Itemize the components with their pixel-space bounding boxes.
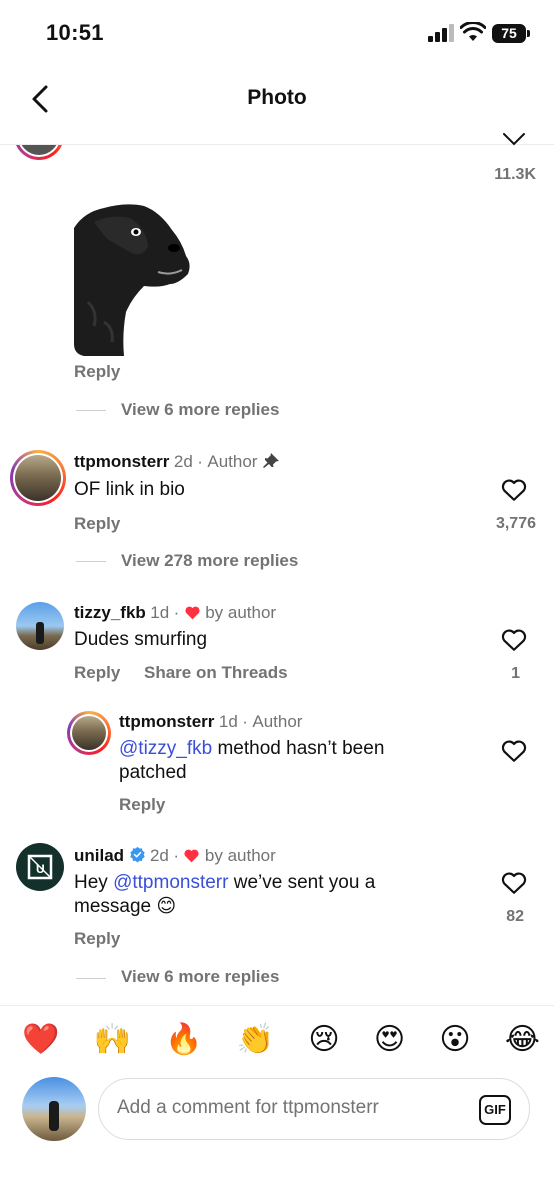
comment-time: 1d bbox=[150, 603, 170, 622]
comment-header: ttpmonsterr 2d · Author bbox=[74, 452, 280, 472]
divider bbox=[76, 410, 106, 411]
clapping-emoji-button[interactable]: 👏 bbox=[237, 1022, 274, 1058]
author-label: Author bbox=[252, 712, 303, 731]
heart-outline-icon[interactable] bbox=[501, 628, 527, 652]
comment-header: ttpmonsterr 1d · Author bbox=[119, 712, 302, 732]
comment-text: OF link in bio bbox=[74, 479, 185, 500]
dog-sticker-image bbox=[74, 202, 200, 356]
reactions-divider bbox=[0, 1005, 554, 1006]
liked-by-author-label: by author bbox=[205, 603, 277, 622]
status-time: 10:51 bbox=[46, 20, 104, 45]
reply-button[interactable]: Reply bbox=[74, 929, 120, 949]
comment-text: Hey @ttpmonsterr we’ve sent you a messag… bbox=[74, 871, 429, 919]
separator: · bbox=[173, 846, 180, 865]
share-on-threads-button[interactable]: Share on Threads bbox=[144, 663, 288, 683]
username[interactable]: tizzy_fkb bbox=[74, 603, 146, 622]
liked-by-author-label: by author bbox=[204, 846, 276, 865]
unilad-logo-icon: U bbox=[27, 854, 53, 880]
comment-time: 1d bbox=[218, 712, 238, 731]
avatar[interactable] bbox=[67, 711, 111, 755]
comment-header: unilad 2d · by author bbox=[74, 846, 276, 866]
avatar[interactable] bbox=[16, 602, 64, 650]
separator: · bbox=[173, 603, 180, 622]
crying-emoji-button[interactable]: 😢 bbox=[308, 1022, 339, 1058]
username[interactable]: unilad bbox=[74, 846, 124, 865]
pin-icon bbox=[262, 453, 279, 468]
separator: · bbox=[197, 452, 203, 471]
avatar[interactable] bbox=[14, 145, 64, 160]
header-divider bbox=[0, 144, 554, 145]
gif-button[interactable]: GIF bbox=[479, 1095, 511, 1125]
quick-reactions-bar: ❤️ 🙌 🔥 👏 😢 😍 😮 😂 bbox=[22, 1022, 540, 1058]
comment-time: 2d bbox=[149, 846, 169, 865]
surprised-emoji-button[interactable]: 😮 bbox=[439, 1022, 470, 1058]
heart-filled-icon bbox=[185, 606, 200, 620]
comment-input[interactable] bbox=[117, 1097, 457, 1119]
username[interactable]: ttpmonsterr bbox=[119, 712, 214, 731]
username[interactable]: ttpmonsterr bbox=[74, 452, 169, 471]
separator: · bbox=[242, 712, 248, 731]
raised-hands-emoji-button[interactable]: 🙌 bbox=[94, 1022, 131, 1058]
battery-icon: 75 bbox=[492, 24, 530, 43]
heart-eyes-emoji-button[interactable]: 😍 bbox=[374, 1022, 405, 1058]
reply-button[interactable]: Reply bbox=[119, 795, 165, 815]
like-count: 82 bbox=[506, 908, 524, 925]
divider bbox=[76, 561, 106, 562]
heart-outline-icon[interactable] bbox=[501, 871, 527, 895]
mention-link[interactable]: @ttpmonsterr bbox=[113, 872, 228, 893]
view-more-replies-button[interactable]: View 6 more replies bbox=[121, 400, 279, 420]
fire-emoji-button[interactable]: 🔥 bbox=[165, 1022, 202, 1058]
author-label: Author bbox=[207, 452, 258, 471]
heart-emoji-button[interactable]: ❤️ bbox=[22, 1022, 59, 1058]
verified-badge-icon bbox=[129, 846, 145, 863]
current-user-avatar[interactable] bbox=[22, 1077, 86, 1141]
reply-button[interactable]: Reply bbox=[74, 663, 120, 683]
comment-body: Hey bbox=[74, 872, 114, 893]
avatar[interactable] bbox=[10, 450, 66, 506]
page-title: Photo bbox=[247, 86, 307, 109]
svg-text:U: U bbox=[36, 862, 45, 876]
divider bbox=[76, 978, 106, 979]
like-count: 1 bbox=[511, 665, 520, 682]
comment-composer: GIF bbox=[98, 1078, 530, 1140]
comment-text: @tizzy_fkb method hasn’t been patched bbox=[119, 737, 449, 785]
like-count: 3,776 bbox=[495, 515, 536, 532]
laughing-emoji-button[interactable]: 😂 bbox=[505, 1022, 540, 1058]
heart-outline-icon[interactable] bbox=[502, 132, 526, 146]
comment-text: Dudes smurfing bbox=[74, 629, 208, 650]
heart-filled-icon bbox=[184, 849, 200, 863]
wifi-icon bbox=[460, 22, 486, 41]
reply-button[interactable]: Reply bbox=[74, 514, 120, 534]
cellular-signal-icon bbox=[428, 24, 454, 42]
view-more-replies-button[interactable]: View 6 more replies bbox=[121, 967, 279, 987]
comment-time: 2d bbox=[173, 452, 193, 471]
like-count: 11.3K bbox=[494, 166, 536, 183]
reply-button[interactable]: Reply bbox=[74, 362, 120, 382]
avatar[interactable]: U bbox=[16, 843, 64, 891]
comment-header: tizzy_fkb 1d · by author bbox=[74, 603, 276, 623]
view-more-replies-button[interactable]: View 278 more replies bbox=[121, 551, 298, 571]
heart-outline-icon[interactable] bbox=[501, 478, 527, 502]
mention-link[interactable]: @tizzy_fkb bbox=[119, 738, 212, 759]
heart-outline-icon[interactable] bbox=[501, 739, 527, 763]
